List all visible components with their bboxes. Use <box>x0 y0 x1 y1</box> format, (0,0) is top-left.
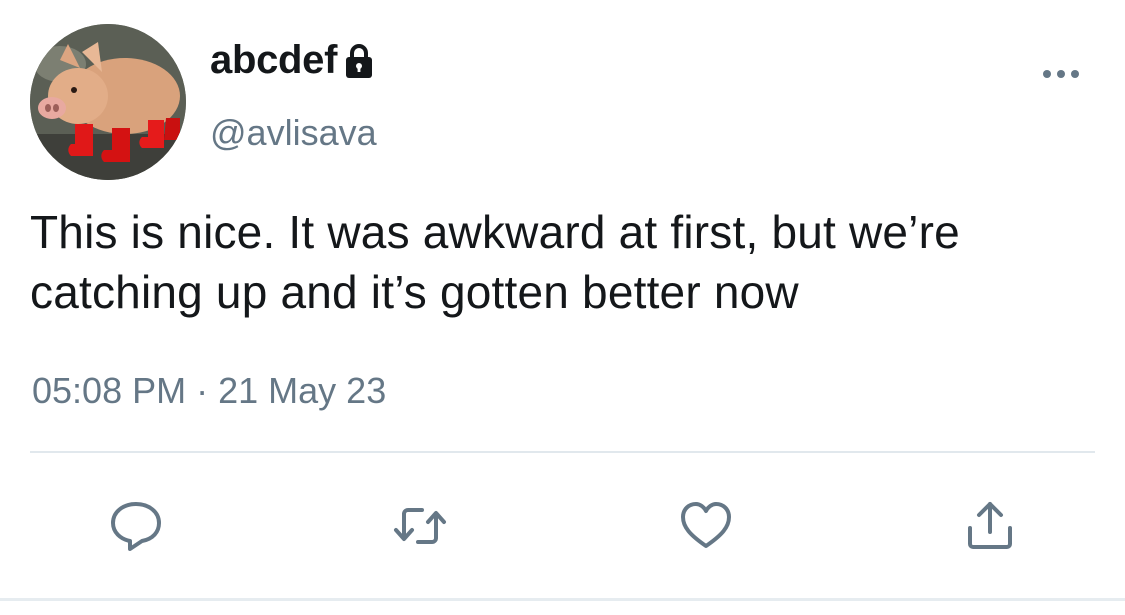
more-options-icon[interactable] <box>1041 62 1081 86</box>
pig-avatar-image <box>30 24 186 180</box>
tweet-time[interactable]: 05:08 PM <box>32 370 186 411</box>
tweet-date[interactable]: 21 May 23 <box>218 370 386 411</box>
retweet-button[interactable] <box>390 496 450 556</box>
share-icon <box>968 502 1012 549</box>
like-button[interactable] <box>676 496 736 556</box>
tweet-meta: 05:08 PM · 21 May 23 <box>32 370 386 412</box>
display-name[interactable]: abcdef <box>210 38 373 83</box>
lock-icon <box>346 43 373 78</box>
bottom-divider <box>0 598 1125 601</box>
divider <box>30 451 1095 453</box>
meta-separator: · <box>196 370 209 411</box>
like-icon <box>681 502 731 548</box>
avatar[interactable] <box>30 24 186 180</box>
reply-icon <box>111 502 161 551</box>
display-name-text: abcdef <box>210 38 338 82</box>
share-button[interactable] <box>960 496 1020 556</box>
reply-button[interactable] <box>106 496 166 556</box>
tweet-text: This is nice. It was awkward at first, b… <box>30 206 960 318</box>
retweet-icon <box>394 508 446 544</box>
user-handle[interactable]: @avlisava <box>210 112 377 154</box>
